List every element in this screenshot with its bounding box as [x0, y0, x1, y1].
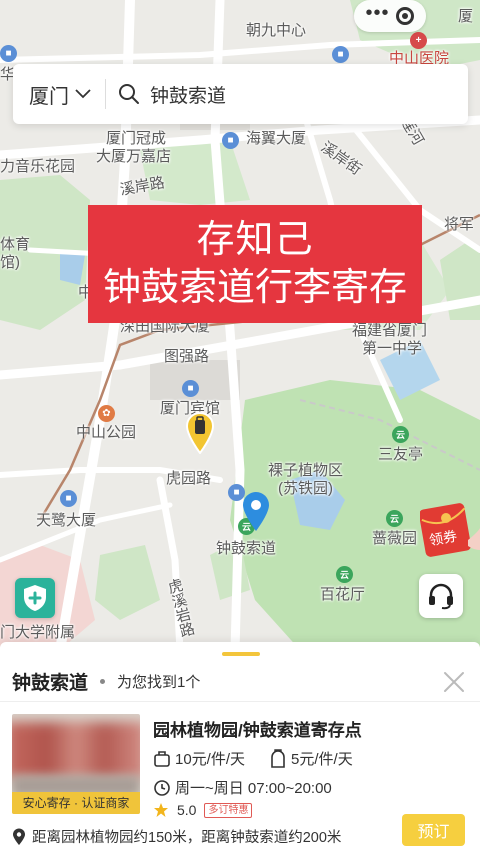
scenic-icon: 云: [386, 510, 403, 527]
luggage-pin-icon[interactable]: [185, 412, 215, 454]
chevron-down-icon: [75, 89, 91, 99]
map-label-tiyu: 体育: [0, 236, 31, 253]
map-label-sutieyuan: (苏铁园): [278, 480, 333, 497]
map-label-guancheng: 厦门冠成: [106, 130, 167, 147]
map-label-yinlehuayuan: 力音乐花园: [0, 158, 76, 175]
promo-banner: 存知己 钟鼓索道行李寄存: [88, 205, 422, 323]
store-name[interactable]: 园林植物园/钟鼓索道寄存点: [153, 716, 362, 741]
map-label-tianlu: 天鹭大厦: [36, 512, 97, 529]
banner-line-2: 钟鼓索道行李寄存: [102, 267, 407, 309]
building-icon: ■: [0, 45, 17, 62]
banner-line-1: 存知己: [196, 219, 314, 261]
clock-icon: [154, 779, 170, 796]
store-thumbnail[interactable]: 安心寄存 · 认证商家: [12, 714, 140, 814]
map-label-zhongshan-park: 中山公园: [76, 424, 137, 441]
backpack-icon: [271, 748, 285, 768]
sheet-drag-handle[interactable]: [222, 652, 260, 656]
map-label-baihua: 百花厅: [320, 586, 366, 603]
map-label-sanyouting: 三友亭: [378, 446, 424, 463]
map-label-haiyi: 海翼大厦: [246, 130, 307, 147]
insurance-button[interactable]: [15, 578, 55, 618]
city-selector[interactable]: 厦门: [13, 79, 106, 109]
map-label-first-school: 第一中学: [362, 340, 423, 357]
building-icon: ■: [60, 490, 77, 507]
results-sheet[interactable]: 钟鼓索道 为您找到1个 安心寄存 · 认证商家 园林植物园/钟鼓索道寄存点 10…: [0, 642, 480, 863]
suitcase-icon: [154, 750, 170, 767]
map-label-fujian-school: 福建省厦门: [352, 322, 428, 339]
park-icon: ✿: [98, 405, 115, 422]
map-label-university: 门大学附属: [0, 624, 76, 641]
promo-tag: 多订特惠: [204, 802, 253, 818]
city-label: 厦门: [29, 85, 69, 108]
search-field[interactable]: [106, 83, 468, 105]
price-row: 10元/件/天 5元/件/天: [153, 748, 353, 769]
shield-icon: [24, 585, 46, 611]
close-program-icon[interactable]: [396, 7, 415, 25]
rating-row: 5.0 多订特惠: [153, 802, 253, 818]
search-input[interactable]: [150, 83, 450, 105]
map-label-weiyuan: 蔷薇园: [372, 530, 418, 547]
book-button[interactable]: 预订: [402, 814, 465, 846]
price-large: 5元/件/天: [291, 751, 353, 768]
headset-icon: [429, 583, 453, 610]
mini-program-capsule[interactable]: •••: [354, 0, 426, 32]
scenic-icon: 云: [336, 566, 353, 583]
sheet-header: 钟鼓索道 为您找到1个: [0, 662, 480, 702]
price-small: 10元/件/天: [175, 751, 246, 768]
map-label-xia-right: 厦: [458, 8, 474, 25]
distance-row: 距离园林植物园约150米，距离钟鼓索道约200米: [12, 826, 341, 847]
map-label-wanjiadian: 大厦万嘉店: [96, 148, 172, 165]
map-label-zhonggu: 钟鼓索道: [216, 540, 277, 557]
location-pin-icon[interactable]: [242, 492, 270, 532]
separator-dot: [100, 679, 106, 684]
result-count: 为您找到1个: [117, 674, 201, 691]
sheet-title: 钟鼓索道: [12, 673, 89, 694]
building-icon: ■: [332, 46, 349, 63]
customer-service-button[interactable]: [419, 574, 463, 618]
search-icon: [119, 84, 139, 104]
hotel-icon: ■: [182, 380, 199, 397]
map-label-huyuan: 虎园路: [166, 470, 212, 487]
star-icon: [154, 803, 168, 817]
map-label-chaojiu: 朝九中心: [246, 22, 307, 39]
rating-value: 5.0: [177, 802, 197, 818]
business-hours: 周一~周日 07:00~20:00: [175, 780, 332, 797]
map-view[interactable]: 朝九中心 中山医院 厦门冠成 大厦万嘉店 海翼大厦 力音乐花园 溪岸路 溪岸街 …: [0, 0, 480, 650]
map-label-tuqiang: 图强路: [164, 348, 210, 365]
scenic-icon: 云: [392, 426, 409, 443]
certified-badge: 安心寄存 · 认证商家: [12, 792, 140, 814]
location-icon: [13, 828, 25, 845]
hours-row: 周一~周日 07:00~20:00: [153, 777, 332, 798]
building-icon: ■: [222, 132, 239, 149]
map-label-luoziyuan: 裸子植物区: [268, 462, 344, 479]
coupon-button[interactable]: 领券: [418, 500, 480, 558]
map-label-guan: 馆): [0, 254, 20, 271]
search-bar: 厦门: [13, 64, 468, 124]
map-label-jiangjun: 将军: [444, 216, 475, 233]
distance-text: 距离园林植物园约150米，距离钟鼓索道约200米: [32, 830, 342, 846]
hospital-icon: +: [410, 32, 427, 49]
more-icon[interactable]: •••: [365, 3, 389, 23]
close-icon[interactable]: [442, 670, 466, 694]
